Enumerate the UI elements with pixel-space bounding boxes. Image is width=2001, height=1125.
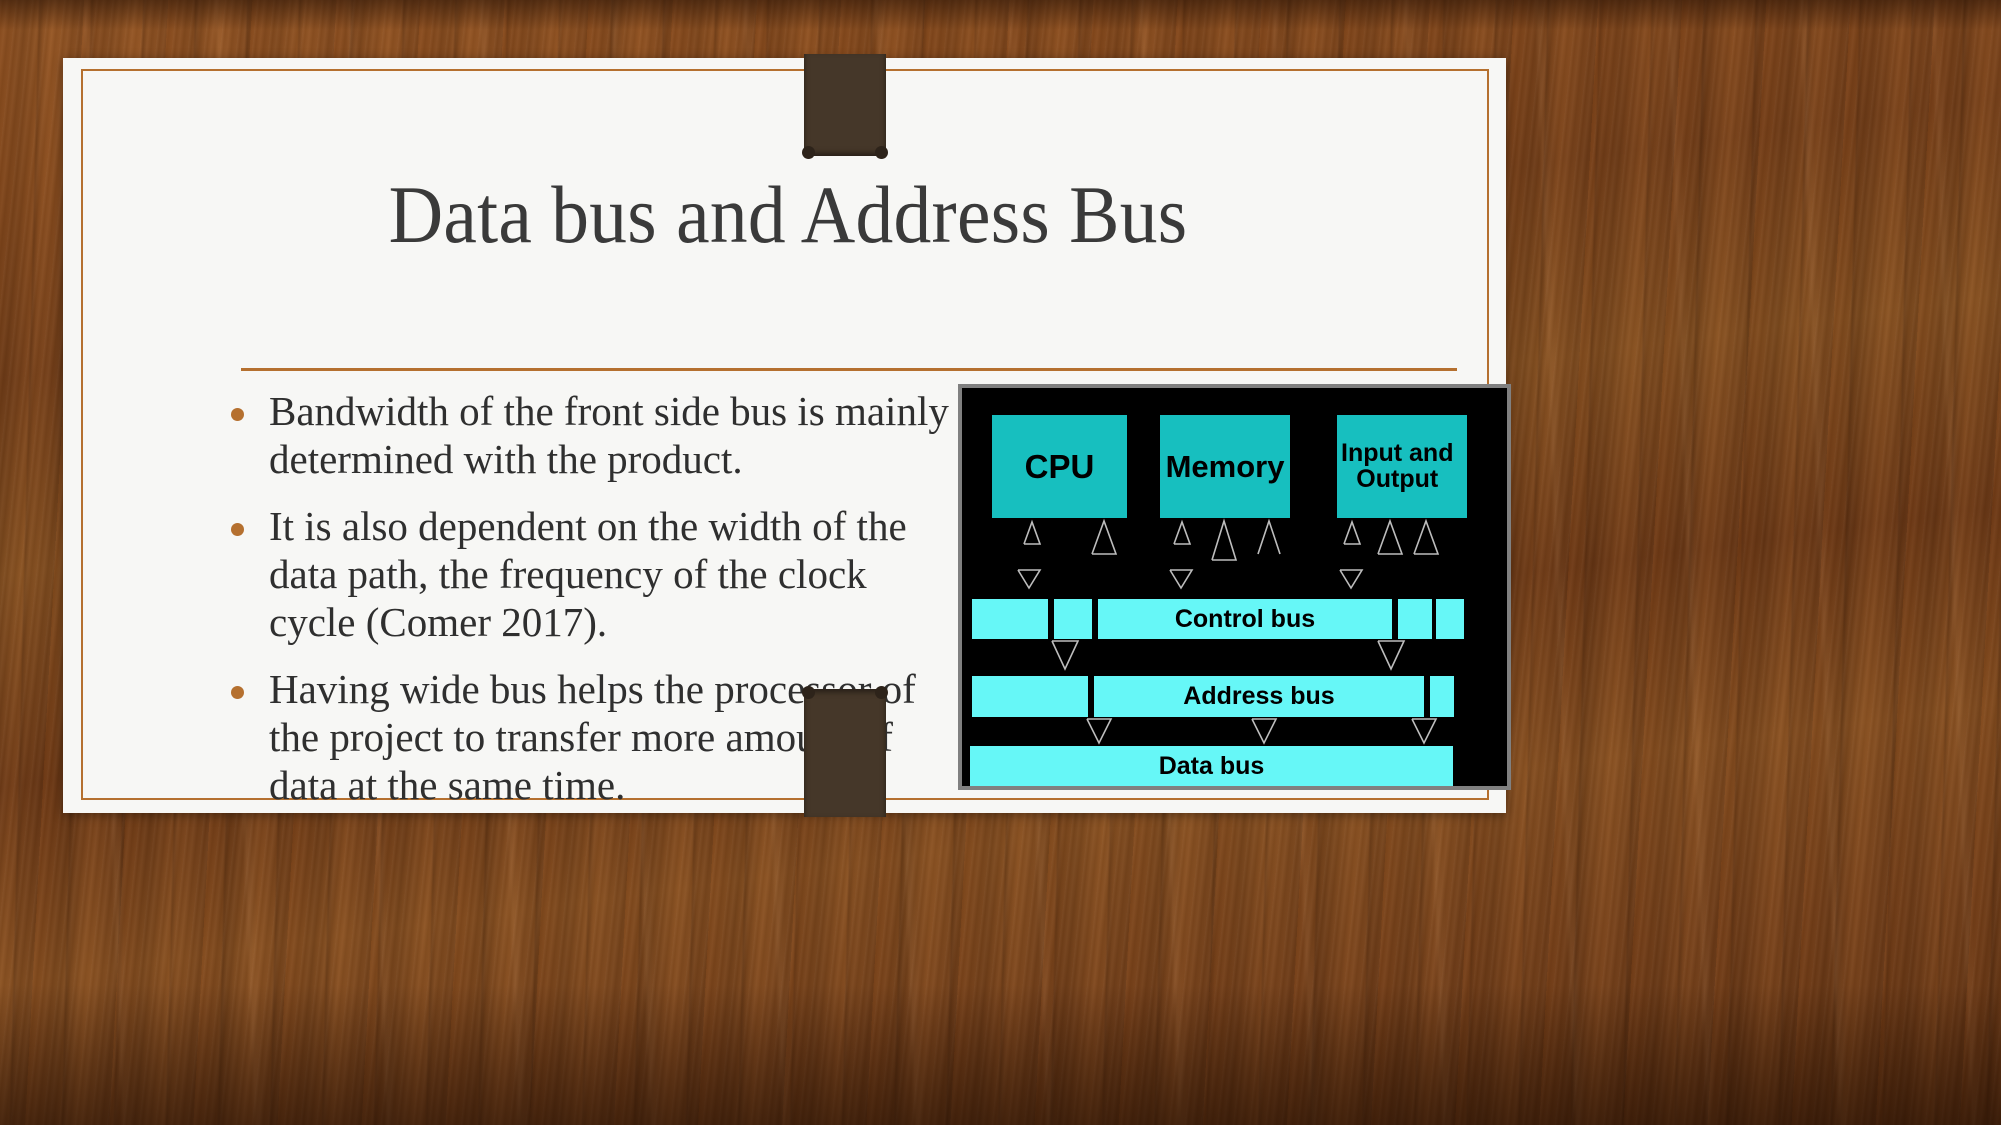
diagram-unit-input-output: Input and Output	[1337, 415, 1467, 518]
title-divider-rule	[241, 368, 1457, 371]
bullet-dot-icon	[231, 522, 244, 536]
bus-segment	[1430, 676, 1454, 717]
wood-top-shadow	[0, 0, 2001, 30]
list-item: It is also dependent on the width of the…	[231, 503, 961, 647]
diagram-unit-label: Memory	[1165, 448, 1285, 484]
bullet-text: Bandwidth of the front side bus is mainl…	[269, 388, 949, 482]
computer-bus-architecture-diagram: CPU Memory Input and Output Control bus …	[958, 384, 1511, 790]
diagram-unit-memory: Memory	[1160, 415, 1290, 518]
bus-segment	[972, 676, 1088, 717]
slide-paper: Data bus and Address Bus Bandwidth of th…	[63, 54, 1511, 817]
diagram-connector-arrows-to-address-bus	[1051, 640, 1406, 671]
diagram-unit-label: CPU	[1024, 447, 1095, 485]
diagram-unit-cpu: CPU	[992, 415, 1127, 518]
bus-bar-control: Control bus	[1098, 599, 1392, 639]
bus-segment	[1054, 599, 1092, 639]
bus-segment	[1398, 599, 1432, 639]
bus-segment	[1436, 599, 1464, 639]
bullet-dot-icon	[231, 408, 244, 421]
list-item: Bandwidth of the front side bus is mainl…	[231, 388, 961, 484]
bus-bar-address: Address bus	[1094, 676, 1424, 717]
bus-label: Address bus	[1183, 682, 1335, 710]
bus-segment	[972, 599, 1048, 639]
page-title: Data bus and Address Bus	[388, 169, 1188, 260]
diagram-unit-label: Input and Output	[1341, 439, 1454, 493]
binder-clip-bottom	[802, 686, 888, 817]
diagram-connector-arrows-to-control-bus	[1017, 569, 1364, 590]
bullet-dot-icon	[231, 685, 244, 699]
bus-label: Data bus	[1158, 752, 1265, 780]
bus-bar-data: Data bus	[970, 746, 1453, 786]
bus-label: Control bus	[1174, 604, 1316, 633]
wood-bottom-shadow	[0, 985, 2001, 1125]
bullet-text: It is also dependent on the width of the…	[269, 502, 907, 645]
binder-clip-top	[802, 54, 888, 159]
